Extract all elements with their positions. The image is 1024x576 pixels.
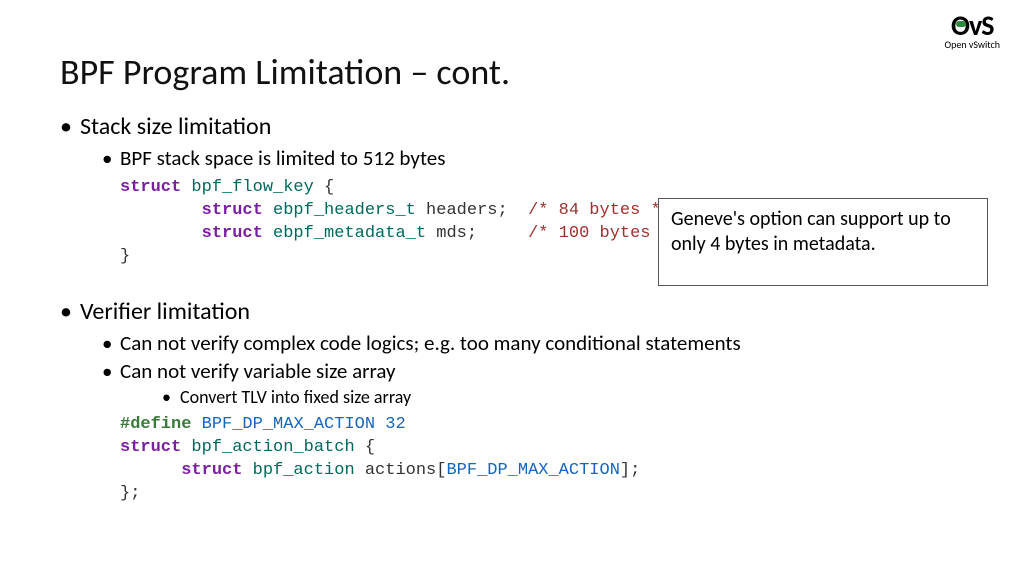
logo: OvS Open vSwitch bbox=[944, 12, 1000, 51]
bullet-verifier-text: Verifier limitation bbox=[80, 297, 250, 326]
bullet-stack-sub1: BPF stack space is limited to 512 bytes bbox=[80, 145, 964, 171]
callout-text: Geneve's option can support up to only 4… bbox=[671, 207, 951, 256]
bullet-verifier-sub2: Can not verify variable size array Conve… bbox=[80, 358, 964, 408]
bullet-stack: Stack size limitation BPF stack space is… bbox=[60, 112, 964, 171]
logo-mark: OvS bbox=[944, 12, 1000, 40]
callout-box: Geneve's option can support up to only 4… bbox=[658, 198, 988, 286]
slide-title: BPF Program Limitation – cont. bbox=[60, 50, 964, 94]
bullet-stack-text: Stack size limitation bbox=[80, 112, 271, 141]
bullet-verifier: Verifier limitation Can not verify compl… bbox=[60, 297, 964, 408]
bullet-verifier-sub1: Can not verify complex code logics; e.g.… bbox=[80, 330, 964, 356]
bullet-verifier-subsub: Convert TLV into fixed size array bbox=[120, 386, 964, 408]
code-block-2: #define BPF_DP_MAX_ACTION 32 struct bpf_… bbox=[120, 414, 964, 506]
